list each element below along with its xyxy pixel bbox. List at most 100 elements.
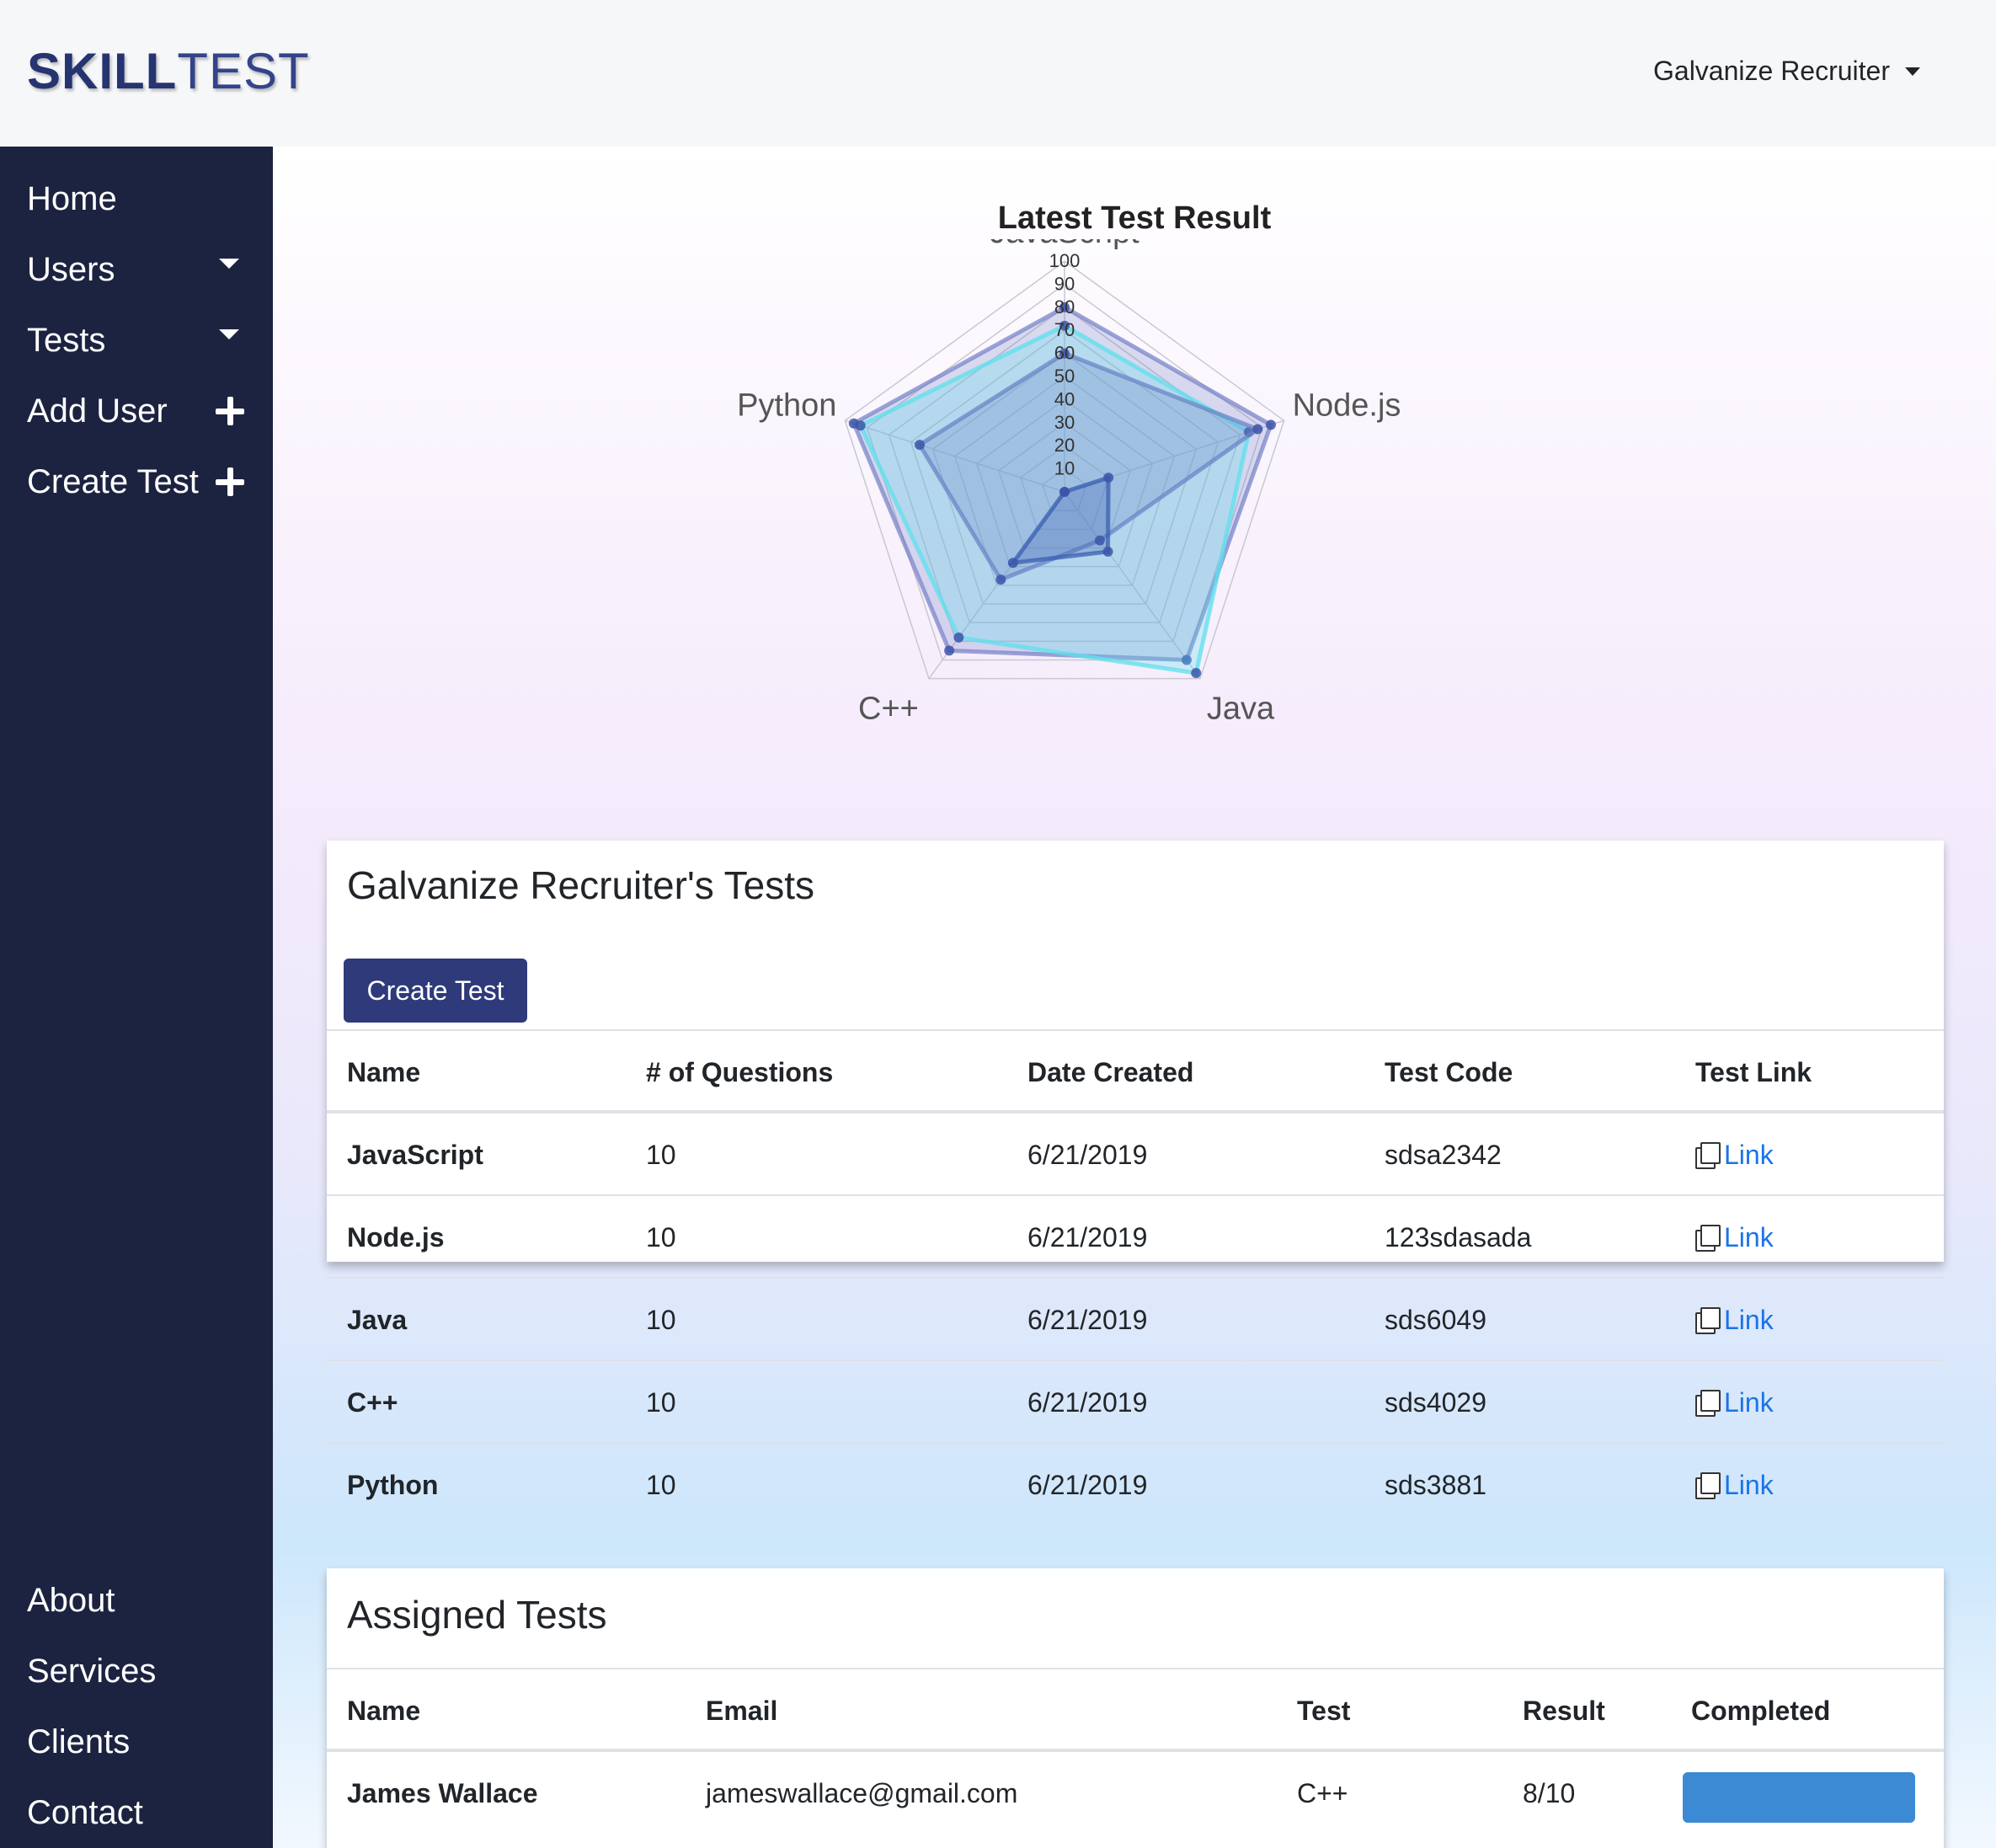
test-link[interactable]: Link	[1695, 1387, 1774, 1418]
cell-name: Node.js	[347, 1221, 445, 1252]
tick-label: 60	[1054, 343, 1075, 364]
user-menu-label: Galvanize Recruiter	[1653, 56, 1890, 86]
table-row: Python 10 6/21/2019 sds3881 Link	[327, 1442, 1944, 1525]
table-row: JavaScript 10 6/21/2019 sdsa2342 Link	[327, 1112, 1944, 1194]
cell-name: James Wallace	[347, 1777, 538, 1808]
test-link-label: Link	[1724, 1386, 1774, 1418]
cell-questions: 10	[646, 1386, 676, 1418]
cell-code: sds4029	[1385, 1386, 1486, 1418]
axis-label: Python	[737, 387, 836, 423]
test-link-label: Link	[1724, 1469, 1774, 1500]
data-point	[1191, 668, 1202, 679]
tick-label: 50	[1054, 366, 1075, 387]
assigned-card-title: Assigned Tests	[347, 1593, 607, 1637]
create-test-button[interactable]: Create Test	[344, 959, 527, 1023]
test-link[interactable]: Link	[1695, 1140, 1774, 1171]
column-header[interactable]: Name	[347, 1669, 420, 1752]
test-link[interactable]: Link	[1695, 1222, 1774, 1253]
sidebar-item-about[interactable]: About	[27, 1575, 249, 1626]
cell-date: 6/21/2019	[1027, 1221, 1148, 1252]
data-point	[1059, 487, 1070, 497]
test-link-label: Link	[1724, 1221, 1774, 1252]
caret-down-icon	[219, 259, 239, 269]
table-row: Node.js 10 6/21/2019 123sdasada Link	[327, 1194, 1944, 1277]
main-content: Latest Test Result 10 20 30 40 50 60 70 80 90 100…	[273, 147, 1996, 1848]
data-point	[855, 420, 866, 431]
tick-label: 10	[1054, 458, 1075, 479]
sidebar-item-users[interactable]: Users	[27, 244, 249, 295]
data-point	[1265, 419, 1276, 430]
test-link-label: Link	[1724, 1139, 1774, 1170]
cell-questions: 10	[646, 1304, 676, 1335]
assigned-table-header: Name Email Test Result Completed	[327, 1668, 1944, 1750]
radar-chart: 102030 405060 708090100JavaScript Node.js Ja…	[737, 239, 1401, 727]
tick-label: 90	[1054, 273, 1075, 294]
cell-code: sdsa2342	[1385, 1139, 1502, 1170]
tick-label: 80	[1054, 296, 1075, 318]
data-point	[953, 632, 964, 643]
data-point	[915, 440, 926, 451]
column-header[interactable]: Test Link	[1695, 1031, 1812, 1114]
data-point	[1252, 424, 1263, 435]
column-header[interactable]: Test	[1297, 1669, 1350, 1752]
sidebar-item-contact[interactable]: Contact	[27, 1787, 249, 1838]
cell-code: sds6049	[1385, 1304, 1486, 1335]
column-header[interactable]: Completed	[1691, 1669, 1830, 1752]
data-point	[1103, 473, 1114, 483]
cell-name: Python	[347, 1469, 439, 1500]
plus-icon	[216, 397, 244, 425]
tests-table-header: Name # of Questions Date Created Test Code T…	[327, 1029, 1944, 1112]
test-link[interactable]: Link	[1695, 1305, 1774, 1336]
copy-icon[interactable]	[1695, 1307, 1721, 1334]
axis-label: Java	[1207, 692, 1275, 727]
sidebar-item-home[interactable]: Home	[27, 174, 249, 224]
cell-date: 6/21/2019	[1027, 1139, 1148, 1170]
axis-label: Node.js	[1293, 387, 1401, 423]
cell-date: 6/21/2019	[1027, 1304, 1148, 1335]
user-menu-dropdown[interactable]: Galvanize Recruiter	[1653, 56, 1920, 87]
sidebar-item-services[interactable]: Services	[27, 1646, 249, 1696]
cell-code: 123sdasada	[1385, 1221, 1532, 1252]
cell-code: sds3881	[1385, 1469, 1486, 1500]
test-link-label: Link	[1724, 1304, 1774, 1335]
cell-date: 6/21/2019	[1027, 1386, 1148, 1418]
tick-label: 100	[1049, 250, 1081, 271]
column-header[interactable]: # of Questions	[646, 1031, 833, 1114]
top-navbar: SKILLTEST Galvanize Recruiter	[0, 0, 1996, 147]
cell-name: Java	[347, 1304, 408, 1335]
column-header[interactable]: Date Created	[1027, 1031, 1193, 1114]
plus-icon	[216, 467, 244, 496]
cell-name: JavaScript	[347, 1139, 483, 1170]
cell-test: C++	[1297, 1777, 1348, 1808]
data-point	[995, 574, 1006, 585]
sidebar-item-tests[interactable]: Tests	[27, 315, 249, 366]
copy-icon[interactable]	[1695, 1472, 1721, 1499]
column-header[interactable]: Email	[706, 1669, 777, 1752]
table-row: Java 10 6/21/2019 sds6049 Link	[327, 1277, 1944, 1359]
tick-label: 30	[1054, 412, 1075, 433]
cell-link: Link	[1695, 1361, 1774, 1444]
sidebar-item-add-user[interactable]: Add User	[27, 386, 249, 436]
sidebar: Home Users Tests Add User Create Test Ab…	[0, 147, 273, 1848]
cell-link: Link	[1695, 1279, 1774, 1361]
data-point	[1007, 558, 1018, 569]
cell-questions: 10	[646, 1139, 676, 1170]
tick-label: 40	[1054, 388, 1075, 409]
completed-button[interactable]	[1683, 1772, 1915, 1823]
copy-icon[interactable]	[1695, 1142, 1721, 1169]
sidebar-item-clients[interactable]: Clients	[27, 1717, 249, 1767]
axis-label: JavaScript	[990, 239, 1139, 250]
column-header[interactable]: Test Code	[1385, 1031, 1513, 1114]
table-row: C++ 10 6/21/2019 sds4029 Link	[327, 1359, 1944, 1442]
test-link[interactable]: Link	[1695, 1470, 1774, 1501]
chart-title: Latest Test Result	[997, 200, 1272, 236]
column-header[interactable]: Name	[347, 1031, 420, 1114]
axis-label: C++	[858, 692, 919, 727]
cell-name: C++	[347, 1386, 398, 1418]
copy-icon[interactable]	[1695, 1390, 1721, 1417]
cell-link: Link	[1695, 1114, 1774, 1196]
brand-logo[interactable]: SKILLTEST	[27, 42, 310, 100]
copy-icon[interactable]	[1695, 1225, 1721, 1252]
column-header[interactable]: Result	[1523, 1669, 1605, 1752]
sidebar-item-create-test[interactable]: Create Test	[27, 457, 249, 507]
